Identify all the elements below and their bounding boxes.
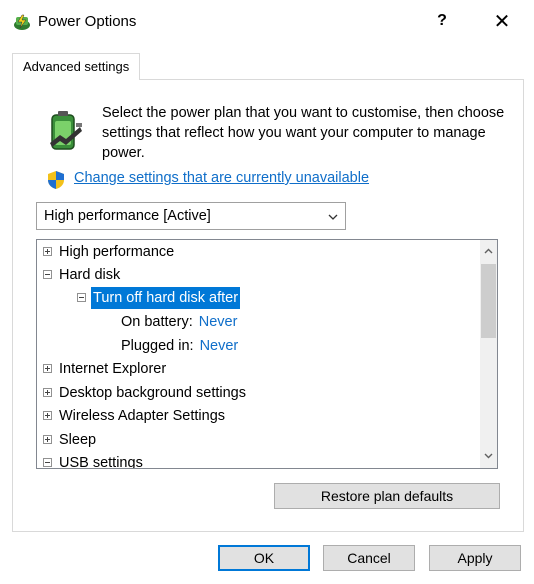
expand-icon[interactable] xyxy=(43,435,52,444)
cancel-button[interactable]: Cancel xyxy=(323,545,415,571)
tree-item-on-battery: On battery: Never xyxy=(121,311,237,333)
expand-icon[interactable] xyxy=(43,388,52,397)
scroll-down-icon[interactable] xyxy=(484,453,493,459)
scrollbar-thumb[interactable] xyxy=(481,264,496,338)
change-settings-link[interactable]: Change settings that are currently unava… xyxy=(74,170,369,186)
chevron-down-icon xyxy=(328,214,338,220)
shield-icon xyxy=(48,171,64,189)
expand-icon[interactable] xyxy=(43,364,52,373)
restore-defaults-button[interactable]: Restore plan defaults xyxy=(274,483,500,509)
expand-icon[interactable] xyxy=(43,411,52,420)
on-battery-label: On battery: xyxy=(121,314,193,330)
battery-plug-icon xyxy=(50,111,82,150)
plugged-in-value[interactable]: Never xyxy=(200,338,239,354)
close-button[interactable]: ✕ xyxy=(490,9,514,34)
expand-icon[interactable] xyxy=(43,247,52,256)
power-plan-selected-value: High performance [Active] xyxy=(44,208,211,224)
plugged-in-label: Plugged in: xyxy=(121,338,194,354)
collapse-icon[interactable] xyxy=(43,458,52,467)
power-options-icon xyxy=(14,14,30,30)
tree-item-plugged-in: Plugged in: Never xyxy=(121,335,238,357)
help-button[interactable]: ? xyxy=(430,12,454,30)
settings-tree[interactable]: High performance Hard disk Turn off hard… xyxy=(36,239,498,469)
apply-button[interactable]: Apply xyxy=(429,545,521,571)
tab-advanced-settings[interactable]: Advanced settings xyxy=(12,53,141,80)
window-title: Power Options xyxy=(38,13,137,30)
ok-button[interactable]: OK xyxy=(218,545,310,571)
collapse-icon[interactable] xyxy=(77,293,86,302)
scroll-up-icon[interactable] xyxy=(484,248,493,254)
intro-text: Select the power plan that you want to c… xyxy=(102,105,505,161)
on-battery-value[interactable]: Never xyxy=(199,314,238,330)
power-plan-select[interactable]: High performance [Active] xyxy=(36,202,346,230)
title-bar: Power Options ? ✕ xyxy=(0,0,534,46)
collapse-icon[interactable] xyxy=(43,270,52,279)
tree-scrollbar[interactable] xyxy=(480,240,497,468)
